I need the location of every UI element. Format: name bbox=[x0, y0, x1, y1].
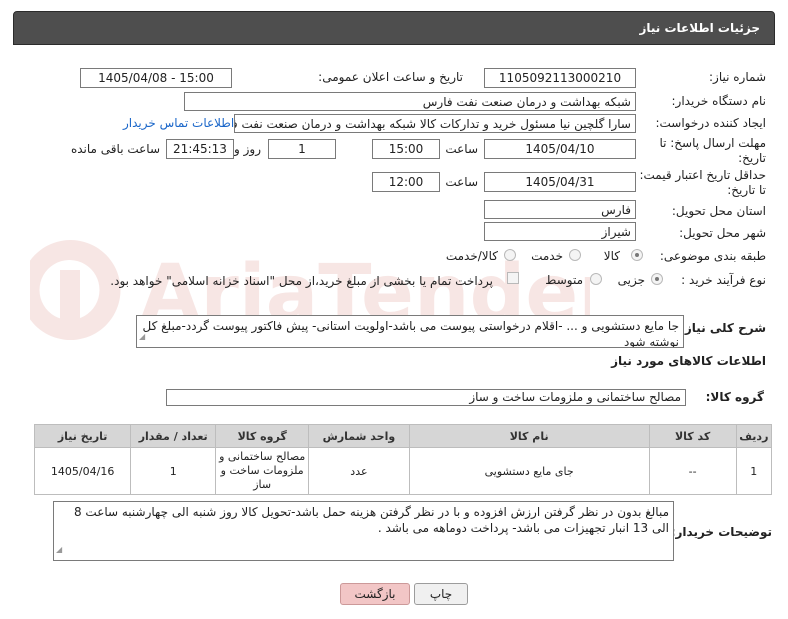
announce-label: تاریخ و ساعت اعلان عمومی: bbox=[318, 70, 463, 84]
deadline-date-field: 1405/04/10 bbox=[484, 139, 636, 159]
category-radio-goods[interactable] bbox=[631, 249, 643, 261]
buyer-notes-textarea[interactable]: مبالغ بدون در نظر گرفتن ارزش افزوده و با… bbox=[53, 501, 674, 561]
goods-group-field: مصالح ساختمانی و ملزومات ساخت و ساز bbox=[166, 389, 686, 406]
province-field: فارس bbox=[484, 200, 636, 219]
deadline-time-field: 15:00 bbox=[372, 139, 440, 159]
category-radio-service[interactable] bbox=[569, 249, 581, 261]
buyer-org-label: نام دستگاه خریدار: bbox=[671, 94, 767, 108]
treasury-checkbox[interactable] bbox=[507, 272, 519, 284]
validity-time-label: ساعت bbox=[445, 175, 478, 189]
process-radio-medium[interactable] bbox=[590, 273, 602, 285]
goods-group-label: گروه کالا: bbox=[705, 390, 764, 404]
validity-time-field: 12:00 bbox=[372, 172, 440, 192]
col-code-header: کد کالا bbox=[648, 424, 737, 448]
province-label: استان محل تحویل: bbox=[671, 204, 766, 218]
category-radio-goods-service[interactable] bbox=[504, 249, 516, 261]
resize-grip-icon: ◢ bbox=[56, 545, 63, 554]
cell-name: جای مایع دستشویی bbox=[408, 447, 650, 495]
cell-unit: عدد bbox=[308, 447, 410, 495]
city-field: شیراز bbox=[484, 222, 636, 241]
description-textarea[interactable]: جا مایع دستشویی و ... -اقلام درخواستی پی… bbox=[136, 315, 684, 348]
col-date-header: تاریخ نیاز bbox=[33, 424, 132, 448]
print-button[interactable]: چاپ bbox=[414, 583, 468, 605]
table-row[interactable]: 1 -- جای مایع دستشویی عدد مصالح ساختمانی… bbox=[33, 447, 773, 495]
table-header-row: ردیف کد کالا نام کالا واحد شمارش گروه کا… bbox=[33, 424, 773, 448]
payment-note: پرداخت تمام یا بخشی از مبلغ خرید،از محل … bbox=[110, 274, 493, 288]
creator-label: ایجاد کننده درخواست: bbox=[655, 116, 766, 130]
category-option-goods: کالا bbox=[603, 249, 620, 263]
deadline-label: مهلت ارسال پاسخ: تا تاریخ: bbox=[659, 136, 766, 165]
remaining-time-field: 21:45:13 bbox=[166, 139, 234, 159]
process-label: نوع فرآیند خرید : bbox=[681, 273, 766, 287]
creator-field: سارا گلچین نیا مسئول خرید و تدارکات کالا… bbox=[234, 114, 636, 133]
validity-label: حداقل تاریخ اعتبار قیمت: تا تاریخ: bbox=[639, 168, 766, 197]
cell-code: -- bbox=[648, 447, 737, 495]
description-label: شرح کلی نیاز: bbox=[680, 321, 766, 335]
description-text: جا مایع دستشویی و ... -اقلام درخواستی پی… bbox=[142, 319, 679, 348]
contact-buyer-link[interactable]: اطلاعات تماس خریدار bbox=[123, 116, 234, 130]
process-option-medium: متوسط bbox=[545, 273, 583, 287]
need-number-field: 1105092113000210 bbox=[484, 68, 636, 88]
goods-section-title: اطلاعات کالاهای مورد نیاز bbox=[611, 354, 766, 368]
page-title: جزئیات اطلاعات نیاز bbox=[639, 21, 760, 35]
remaining-label: ساعت باقی مانده bbox=[70, 142, 160, 156]
cell-qty: 1 bbox=[130, 447, 217, 495]
days-label: روز و bbox=[234, 142, 261, 156]
back-button[interactable]: بازگشت bbox=[340, 583, 410, 605]
buyer-notes-text: مبالغ بدون در نظر گرفتن ارزش افزوده و با… bbox=[73, 505, 669, 535]
need-number-label: شماره نیاز: bbox=[709, 70, 766, 84]
col-group-header: گروه کالا bbox=[215, 424, 310, 448]
buyer-org-field: شبکه بهداشت و درمان صنعت نفت فارس bbox=[184, 92, 636, 111]
cell-group: مصالح ساختمانی و ملزومات ساخت و ساز bbox=[215, 447, 310, 495]
col-name-header: نام کالا bbox=[408, 424, 650, 448]
deadline-time-label: ساعت bbox=[445, 142, 478, 156]
announce-field: 1405/04/08 - 15:00 bbox=[80, 68, 232, 88]
category-option-service: خدمت bbox=[531, 249, 563, 263]
cell-row: 1 bbox=[735, 447, 773, 495]
resize-grip-icon: ◢ bbox=[139, 332, 146, 341]
process-option-minor: جزیی bbox=[617, 273, 645, 287]
buyer-notes-label: توضیحات خریدار: bbox=[670, 525, 772, 539]
city-label: شهر محل تحویل: bbox=[679, 226, 766, 240]
col-row-header: ردیف bbox=[735, 424, 773, 448]
validity-date-field: 1405/04/31 bbox=[484, 172, 636, 192]
category-label: طبقه بندی موضوعی: bbox=[659, 249, 766, 263]
category-option-goods-service: کالا/خدمت bbox=[445, 249, 498, 263]
page-header: جزئیات اطلاعات نیاز bbox=[13, 11, 775, 45]
goods-table: ردیف کد کالا نام کالا واحد شمارش گروه کا… bbox=[33, 424, 773, 495]
col-qty-header: تعداد / مقدار bbox=[130, 424, 217, 448]
remaining-days-field: 1 bbox=[268, 139, 336, 159]
cell-date: 1405/04/16 bbox=[33, 447, 132, 495]
process-radio-minor[interactable] bbox=[651, 273, 663, 285]
col-unit-header: واحد شمارش bbox=[308, 424, 410, 448]
